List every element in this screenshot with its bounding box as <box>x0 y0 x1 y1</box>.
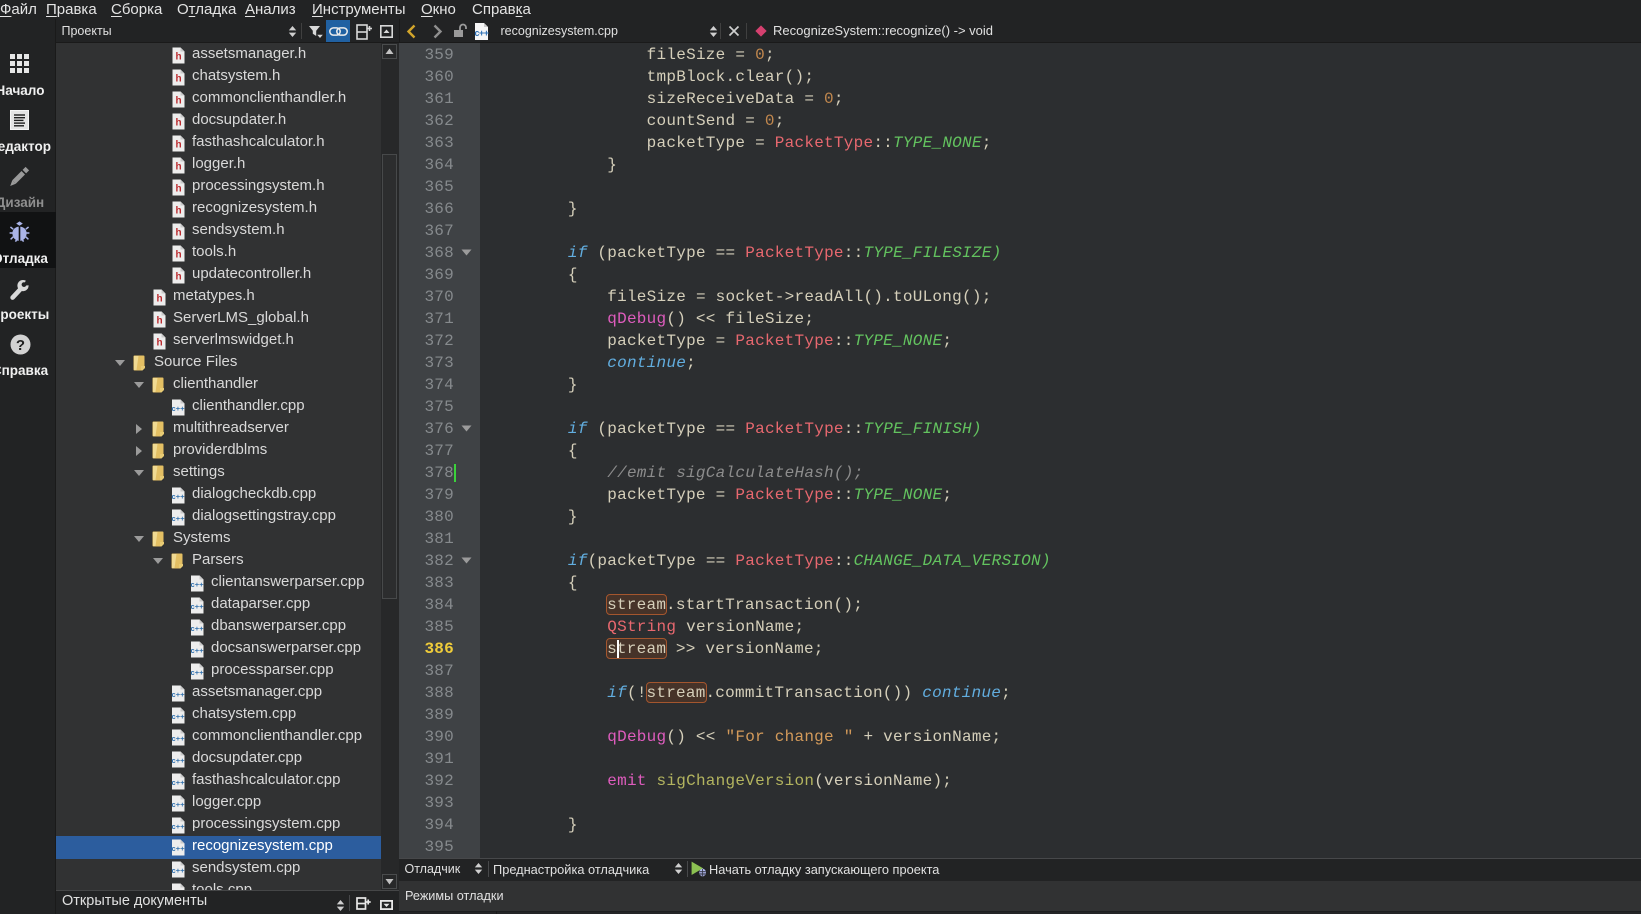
svg-text:c++: c++ <box>172 734 185 743</box>
svg-text:c++: c++ <box>172 690 185 699</box>
svg-text:h: h <box>175 249 181 260</box>
svg-text:c++: c++ <box>191 580 204 589</box>
svg-text:h: h <box>175 161 181 172</box>
svg-text:h: h <box>156 293 162 304</box>
svg-text:?: ? <box>15 337 24 354</box>
svg-text:c++: c++ <box>172 514 185 523</box>
svg-text:h: h <box>156 337 162 348</box>
svg-text:c++: c++ <box>172 756 185 765</box>
svg-text:c++: c++ <box>191 602 204 611</box>
svg-text:h: h <box>175 95 181 106</box>
svg-text:h: h <box>156 315 162 326</box>
svg-text:h: h <box>175 227 181 238</box>
svg-text:h: h <box>175 205 181 216</box>
svg-text:h: h <box>175 73 181 84</box>
svg-text:c++: c++ <box>191 624 204 633</box>
svg-text:h: h <box>175 117 181 128</box>
svg-text:c++: c++ <box>172 844 185 853</box>
svg-text:c++: c++ <box>172 712 185 721</box>
svg-text:c++: c++ <box>172 800 185 809</box>
svg-text:h: h <box>175 51 181 62</box>
svg-text:h: h <box>175 183 181 194</box>
svg-text:c++: c++ <box>172 822 185 831</box>
svg-text:c++: c++ <box>172 404 185 413</box>
svg-text:c++: c++ <box>172 866 185 875</box>
svg-text:c++: c++ <box>191 668 204 677</box>
svg-text:c++: c++ <box>172 778 185 787</box>
svg-text:h: h <box>175 139 181 150</box>
svg-text:c++: c++ <box>172 492 185 501</box>
svg-text:h: h <box>175 271 181 282</box>
svg-text:c++: c++ <box>191 646 204 655</box>
svg-text:c++: c++ <box>474 28 488 38</box>
